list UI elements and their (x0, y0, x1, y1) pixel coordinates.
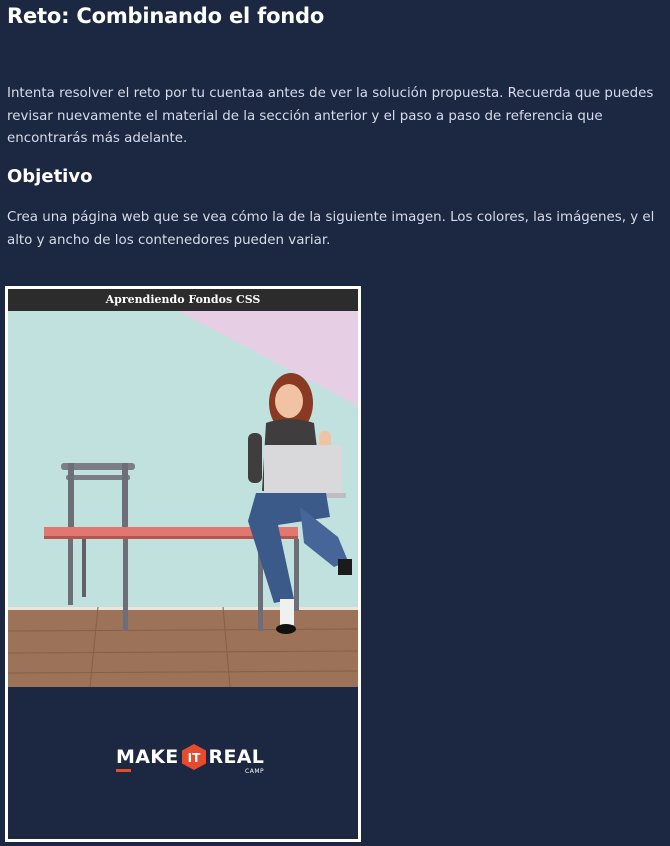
logo-word-make: MAKE (116, 746, 179, 768)
example-screenshot: Aprendiendo Fondos CSS MAKE IT REAL CAMP (5, 286, 361, 842)
example-background-photo (8, 311, 358, 687)
logo-hexagon: IT (181, 744, 206, 770)
logo-underline (116, 769, 131, 772)
intro-paragraph: Intenta resolver el reto por tu cuentaa … (7, 86, 654, 146)
page-title: Reto: Combinando el fondo (7, 4, 325, 28)
make-it-real-logo: MAKE IT REAL CAMP (116, 744, 265, 785)
logo-word-camp: CAMP (245, 768, 265, 775)
objective-paragraph: Crea una página web que se vea cómo la d… (7, 210, 655, 248)
logo-word-real: REAL (208, 746, 265, 768)
example-page: Aprendiendo Fondos CSS MAKE IT REAL CAMP (8, 289, 358, 839)
logo-word-it: IT (187, 751, 200, 765)
example-header: Aprendiendo Fondos CSS (8, 289, 358, 311)
example-footer-area: MAKE IT REAL CAMP (8, 687, 358, 839)
objective-heading: Objetivo (7, 166, 93, 187)
woman-on-bench-photo (8, 311, 358, 687)
